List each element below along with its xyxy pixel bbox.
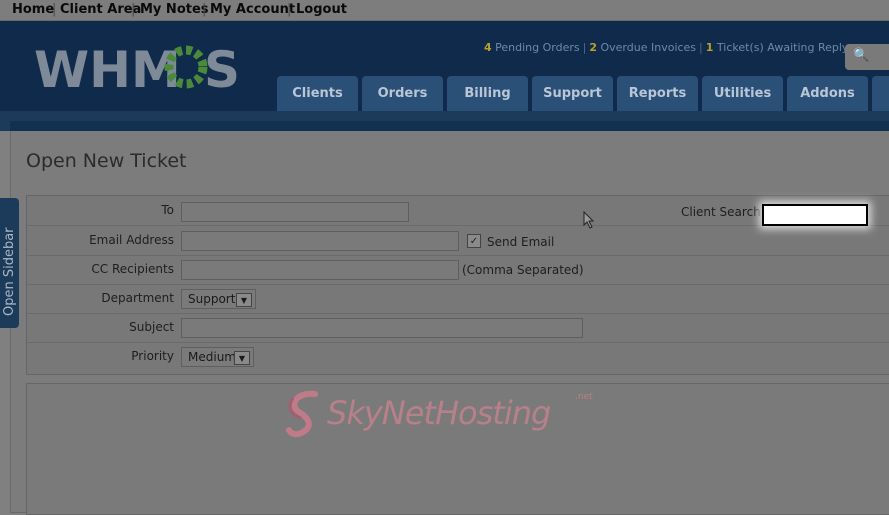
page-title: Open New Ticket bbox=[26, 150, 187, 172]
priority-label: Priority bbox=[131, 349, 174, 363]
content-panel-top bbox=[10, 121, 889, 131]
watermark-text: SkyNetHosting bbox=[327, 394, 551, 432]
cc-label: CC Recipients bbox=[91, 262, 174, 276]
overdue-invoices-count[interactable]: 2 bbox=[589, 41, 597, 54]
nav-my-notes-link[interactable]: My Notes bbox=[140, 2, 209, 17]
tickets-count[interactable]: 1 bbox=[706, 41, 714, 54]
tab-addons[interactable]: Addons bbox=[787, 76, 868, 111]
form-row-department: Department Support ▼ bbox=[27, 284, 889, 314]
watermark-suffix: .net bbox=[575, 392, 593, 402]
cc-hint: (Comma Separated) bbox=[462, 263, 584, 277]
nav-separator: | bbox=[52, 2, 57, 17]
department-label: Department bbox=[101, 291, 174, 305]
alert-separator: | bbox=[582, 41, 587, 54]
priority-select[interactable]: Medium ▼ bbox=[181, 347, 254, 367]
pending-orders-link[interactable]: Pending Orders bbox=[495, 41, 579, 54]
pending-orders-count[interactable]: 4 bbox=[484, 41, 492, 54]
tab-billing[interactable]: Billing bbox=[447, 76, 528, 111]
tickets-awaiting-link[interactable]: Ticket(s) Awaiting Reply bbox=[717, 41, 849, 54]
department-select[interactable]: Support ▼ bbox=[181, 289, 256, 309]
form-row-cc: CC Recipients (Comma Separated) bbox=[27, 255, 889, 285]
logo-wordmark: WHM S bbox=[34, 41, 240, 99]
watermark-swirl-icon bbox=[286, 390, 318, 438]
nav-logout-link[interactable]: Logout bbox=[296, 2, 347, 17]
form-row-email: Email Address ✓ Send Email bbox=[27, 226, 889, 256]
tab-reports[interactable]: Reports bbox=[617, 76, 698, 111]
send-email-label: Send Email bbox=[487, 235, 555, 249]
header-alerts: 4 Pending Orders | 2 Overdue Invoices | 1 Ti… bbox=[484, 41, 848, 54]
tab-clients[interactable]: Clients bbox=[277, 76, 358, 111]
nav-separator: | bbox=[287, 2, 292, 17]
subject-field[interactable] bbox=[181, 318, 583, 338]
header-search[interactable]: 🔍 bbox=[845, 44, 889, 70]
client-search-label: Client Search: bbox=[681, 205, 765, 219]
priority-value: Medium bbox=[188, 350, 236, 364]
whmcs-logo[interactable]: WHM S bbox=[34, 41, 240, 99]
svg-text:WHM: WHM bbox=[34, 43, 181, 95]
nav-separator: | bbox=[131, 2, 136, 17]
form-row-subject: Subject bbox=[27, 313, 889, 343]
ticket-form: To Email Address ✓ Send Email CC Recipie… bbox=[26, 195, 889, 375]
subject-label: Subject bbox=[129, 320, 174, 334]
cc-recipients-field[interactable] bbox=[181, 260, 459, 280]
chevron-down-icon: ▼ bbox=[236, 293, 252, 307]
client-search-input[interactable] bbox=[762, 204, 868, 226]
send-email-checkbox[interactable]: ✓ bbox=[467, 234, 481, 248]
tab-orders[interactable]: Orders bbox=[362, 76, 443, 111]
tab-overflow[interactable] bbox=[872, 76, 889, 111]
nav-separator: | bbox=[202, 2, 207, 17]
header: WHM S 4 Pending Orders | 2 Overdue Invoice… bbox=[0, 21, 889, 111]
nav-home-link[interactable]: Home bbox=[12, 2, 54, 17]
mouse-cursor-icon bbox=[583, 211, 595, 229]
email-field[interactable] bbox=[181, 231, 459, 251]
svg-text:S: S bbox=[204, 43, 239, 95]
tab-support[interactable]: Support bbox=[532, 76, 613, 111]
nav-client-area-link[interactable]: Client Area bbox=[60, 2, 141, 17]
nav-my-account-link[interactable]: My Account bbox=[210, 2, 295, 17]
to-field[interactable] bbox=[181, 202, 409, 222]
form-row-priority: Priority Medium ▼ bbox=[27, 342, 889, 371]
email-label: Email Address bbox=[89, 233, 174, 247]
search-icon: 🔍 bbox=[853, 48, 870, 63]
overdue-invoices-link[interactable]: Overdue Invoices bbox=[601, 41, 697, 54]
watermark-logo: SkyNetHosting .net bbox=[285, 388, 605, 448]
chevron-down-icon: ▼ bbox=[234, 351, 250, 365]
tab-utilities[interactable]: Utilities bbox=[702, 76, 783, 111]
department-value: Support bbox=[188, 292, 236, 306]
alert-separator: | bbox=[699, 41, 703, 54]
top-nav: Home | Client Area | My Notes | My Accou… bbox=[0, 0, 889, 21]
to-label: To bbox=[161, 203, 174, 217]
open-sidebar-label: Open Sidebar bbox=[2, 227, 17, 316]
open-sidebar-tab[interactable]: Open Sidebar bbox=[0, 198, 19, 328]
